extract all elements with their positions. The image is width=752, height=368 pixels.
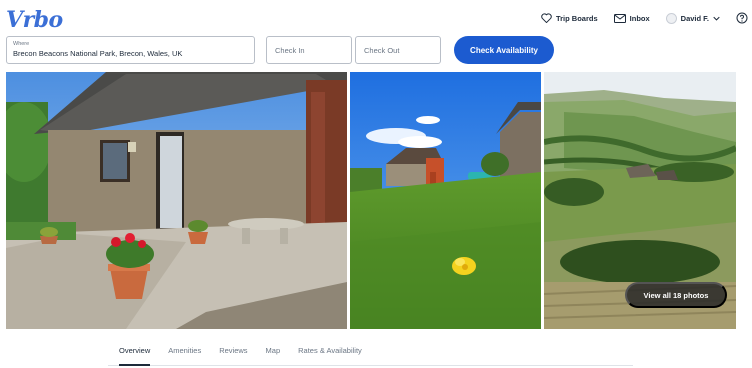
vrbo-logo[interactable]: Vrbo	[6, 7, 63, 33]
inbox-link[interactable]: Inbox	[613, 13, 650, 23]
trip-boards-label: Trip Boards	[555, 13, 598, 23]
user-name: David F.	[680, 13, 709, 23]
envelope-icon	[613, 13, 626, 23]
property-tabs: Overview Amenities Reviews Map Rates & A…	[108, 338, 633, 366]
inbox-label: Inbox	[629, 13, 650, 23]
tab-rates-availability[interactable]: Rates & Availability	[298, 338, 362, 364]
tab-overview[interactable]: Overview	[119, 338, 151, 366]
top-navigation: Trip Boards Inbox David F.	[541, 12, 752, 24]
where-field[interactable]: Where Brecon Beacons National Park, Brec…	[6, 36, 255, 64]
trip-boards-link[interactable]: Trip Boards	[541, 13, 598, 23]
help-button[interactable]	[736, 12, 748, 24]
account-menu[interactable]: David F.	[665, 12, 720, 24]
avatar	[665, 12, 677, 24]
photo-cottage[interactable]	[6, 72, 347, 329]
tab-reviews[interactable]: Reviews	[219, 338, 247, 364]
tab-amenities[interactable]: Amenities	[168, 338, 201, 364]
view-all-photos-button[interactable]: View all 18 photos	[625, 282, 727, 308]
heart-icon	[541, 13, 552, 23]
tab-map[interactable]: Map	[266, 338, 281, 364]
chevron-down-icon	[713, 16, 720, 21]
photo-lawn[interactable]	[350, 72, 541, 329]
help-icon	[736, 12, 748, 24]
check-availability-button[interactable]: Check Availability	[454, 36, 554, 64]
where-input[interactable]: Brecon Beacons National Park, Brecon, Wa…	[13, 49, 248, 58]
check-in-field[interactable]: Check In	[266, 36, 352, 64]
where-label: Where	[13, 41, 30, 47]
check-out-field[interactable]: Check Out	[355, 36, 441, 64]
